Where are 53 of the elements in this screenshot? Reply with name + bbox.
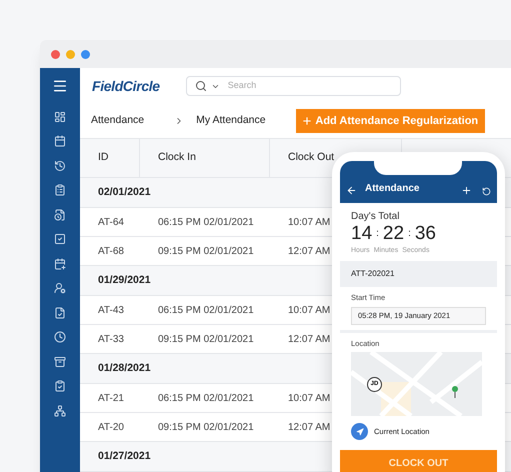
table-cell: 09:15 PM 02/01/2021 xyxy=(158,422,254,432)
minutes-value: 22 xyxy=(382,224,404,243)
table-cell: 12:07 AM xyxy=(288,246,330,256)
table-cell: AT-33 xyxy=(98,334,124,344)
menu-icon[interactable] xyxy=(52,78,68,94)
plus-icon[interactable] xyxy=(461,185,472,196)
hours-value: 14 xyxy=(351,224,372,243)
separator: : xyxy=(376,228,379,238)
archive-icon[interactable] xyxy=(54,356,66,368)
document-clock-icon[interactable] xyxy=(54,208,66,220)
table-cell: 06:15 PM 02/01/2021 xyxy=(158,216,254,228)
table-cell: AT-21 xyxy=(98,392,124,404)
table-cell: AT-64 xyxy=(98,216,124,228)
days-total-label: Day's Total xyxy=(351,210,400,224)
table-cell: AT-68 xyxy=(98,246,124,256)
seconds-value: 36 xyxy=(414,224,436,243)
user-icon[interactable] xyxy=(54,282,66,294)
clipboard-icon[interactable] xyxy=(54,184,66,196)
navigation-icon[interactable] xyxy=(351,423,368,440)
table-cell: 09:15 PM 02/01/2021 xyxy=(158,246,254,256)
table-cell: 10:07 AM xyxy=(288,216,330,228)
phone-title: Attendance xyxy=(365,182,420,196)
table-cell: AT-20 xyxy=(98,422,124,432)
clock-icon[interactable] xyxy=(54,331,66,343)
calendar-icon[interactable] xyxy=(54,135,66,147)
table-cell: 10:07 AM xyxy=(288,304,330,316)
column-header: Clock In xyxy=(140,139,270,177)
search-icon xyxy=(194,80,207,92)
table-cell: 10:07 AM xyxy=(288,392,330,404)
clipboard-check-icon[interactable] xyxy=(54,380,66,392)
table-cell: 12:07 AM xyxy=(288,422,330,432)
separator: : xyxy=(408,228,411,238)
logo[interactable]: FieldCircle xyxy=(92,76,160,96)
column-header: ID xyxy=(80,139,140,177)
back-icon[interactable] xyxy=(346,185,357,196)
table-cell: AT-43 xyxy=(98,304,124,316)
checkbox-icon[interactable] xyxy=(54,233,66,245)
table-cell: 06:15 PM 02/01/2021 xyxy=(158,304,254,316)
hierarchy-icon[interactable] xyxy=(54,404,66,416)
pin-icon xyxy=(452,386,458,398)
record-id: ATT-202021 xyxy=(350,268,396,280)
search-bar[interactable]: Search xyxy=(186,76,401,96)
dashboard-icon[interactable] xyxy=(54,110,66,122)
table-cell: 12:07 AM xyxy=(288,334,330,344)
calendar-plus-icon[interactable] xyxy=(54,258,66,270)
document-check-icon[interactable] xyxy=(54,306,66,318)
history-icon[interactable] xyxy=(54,160,66,172)
breadcrumb-current: My Attendance xyxy=(196,113,266,128)
table-cell: 09:15 PM 02/01/2021 xyxy=(158,334,254,344)
search-field[interactable]: Search xyxy=(228,79,378,93)
table-cell: 06:15 PM 02/01/2021 xyxy=(158,392,254,404)
breadcrumb-link[interactable]: Attendance xyxy=(91,113,144,129)
plus-icon: + xyxy=(302,114,312,128)
